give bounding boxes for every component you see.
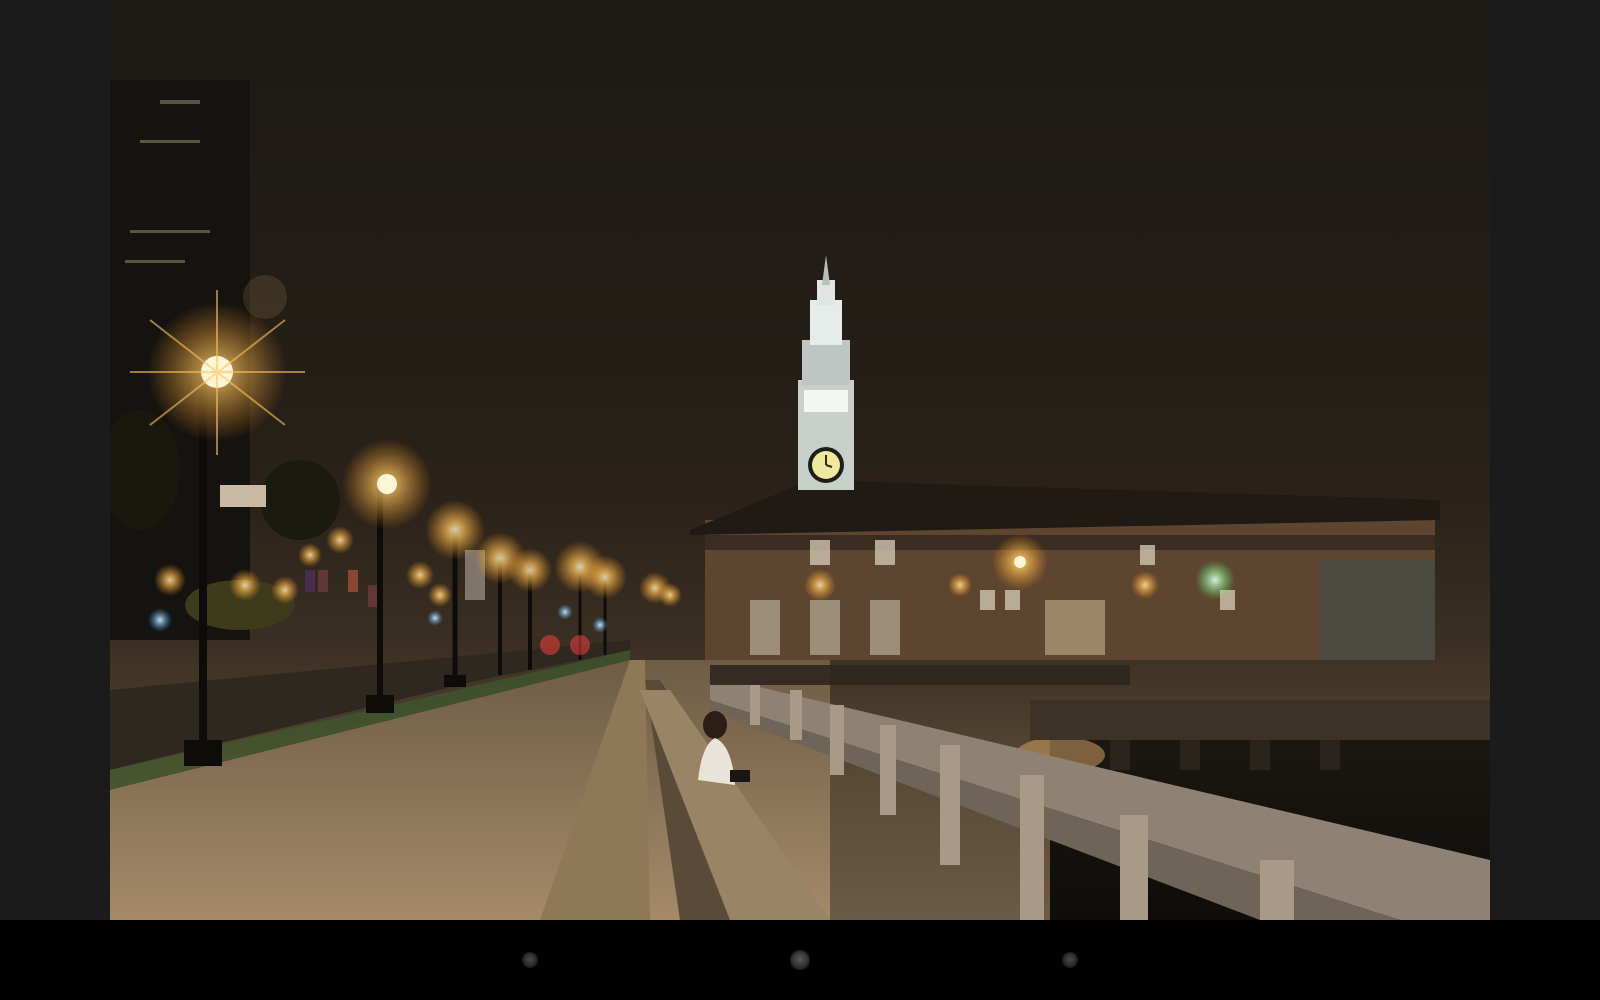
street-sign xyxy=(220,485,266,507)
image-viewer-app xyxy=(0,0,1600,1000)
recents-button[interactable] xyxy=(1055,945,1085,975)
recents-dot-icon xyxy=(1063,953,1077,967)
clock-tower xyxy=(798,255,854,490)
photo-viewer[interactable] xyxy=(0,0,1600,920)
back-dot-icon xyxy=(523,953,537,967)
home-button[interactable] xyxy=(785,945,815,975)
lens-flare xyxy=(243,275,287,319)
photo-scene xyxy=(110,80,1490,920)
back-button[interactable] xyxy=(515,945,545,975)
navigation-bar xyxy=(0,920,1600,1000)
photo[interactable] xyxy=(110,0,1490,920)
ferry-building xyxy=(690,480,1440,660)
home-dot-icon xyxy=(791,951,809,969)
